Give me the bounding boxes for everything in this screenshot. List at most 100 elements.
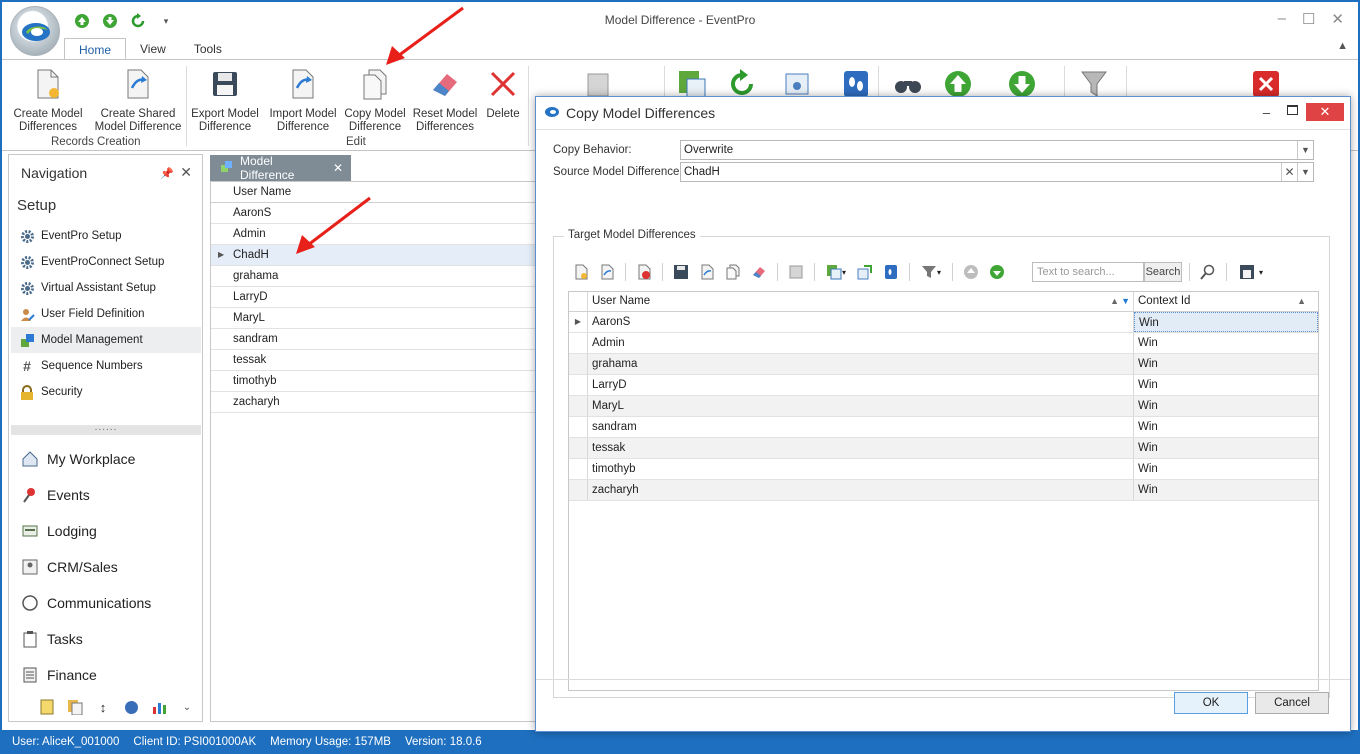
tab-tools[interactable]: Tools: [180, 38, 236, 60]
ok-button[interactable]: OK: [1174, 692, 1248, 714]
pin-icon[interactable]: 📌: [160, 167, 174, 180]
filter-icon[interactable]: ▼: [1121, 292, 1130, 311]
table-row[interactable]: timothyb Win: [569, 459, 1318, 480]
module-my-workplace[interactable]: My Workplace: [11, 441, 201, 477]
table-row[interactable]: LarryD Win: [569, 375, 1318, 396]
tab-home[interactable]: Home: [64, 38, 127, 60]
globe-icon[interactable]: [123, 699, 139, 715]
module-lodging[interactable]: Lodging: [11, 513, 201, 549]
export-model-difference-button[interactable]: Export Model Difference: [190, 66, 260, 134]
table-row[interactable]: grahama Win: [569, 354, 1318, 375]
table-row[interactable]: ▶ AaronS Win: [569, 312, 1318, 333]
table-row[interactable]: sandram Win: [569, 417, 1318, 438]
table-row[interactable]: Admin Win: [569, 333, 1318, 354]
dialog-maximize-icon[interactable]: [1287, 105, 1298, 115]
copy-model-difference-button[interactable]: Copy Model Difference: [342, 66, 408, 134]
new-icon[interactable]: [570, 261, 592, 283]
copy-icon[interactable]: [722, 261, 744, 283]
zoom-icon[interactable]: [1197, 261, 1219, 283]
source-model-difference-select[interactable]: ChadH ✕ ▼: [680, 162, 1314, 182]
table-row[interactable]: AaronS: [211, 203, 539, 224]
table-row[interactable]: timothyb: [211, 371, 539, 392]
move-up-icon[interactable]: [960, 261, 982, 283]
nav-item-sequence-numbers[interactable]: # Sequence Numbers: [11, 353, 201, 379]
chevron-down-icon[interactable]: ▼: [1297, 141, 1313, 159]
table-row[interactable]: zacharyh Win: [569, 480, 1318, 501]
footprints-icon[interactable]: [880, 261, 902, 283]
app-logo-icon[interactable]: [10, 6, 60, 56]
reports-icon[interactable]: [151, 699, 167, 715]
column-label: User Name: [592, 295, 651, 307]
contacts-icon: [21, 558, 39, 576]
close-tab-icon[interactable]: ✕: [333, 161, 343, 175]
table-row[interactable]: zacharyh: [211, 392, 539, 413]
module-finance[interactable]: Finance: [11, 657, 201, 693]
export-window-icon[interactable]: [854, 261, 876, 283]
module-events[interactable]: Events: [11, 477, 201, 513]
column-header-user-name[interactable]: User Name ▲ ▼: [588, 292, 1134, 311]
nav-item-label: Sequence Numbers: [41, 360, 143, 372]
close-navigation-icon[interactable]: ✕: [180, 164, 192, 181]
more-chevron-icon[interactable]: ⌄: [179, 699, 195, 715]
nav-item-virtual-assistant-setup[interactable]: Virtual Assistant Setup: [11, 275, 201, 301]
eraser-icon[interactable]: [748, 261, 770, 283]
table-row[interactable]: Admin: [211, 224, 539, 245]
delete-button[interactable]: Delete: [482, 66, 524, 121]
grid-icon[interactable]: [785, 261, 807, 283]
nav-item-model-management[interactable]: Model Management: [11, 327, 201, 353]
table-row[interactable]: tessak: [211, 350, 539, 371]
copy-behavior-select[interactable]: Overwrite ▼: [680, 140, 1314, 160]
column-header-user-name[interactable]: User Name: [211, 182, 539, 203]
maximize-icon[interactable]: ☐: [1302, 10, 1315, 28]
create-shared-model-difference-button[interactable]: Create Shared Model Difference: [90, 66, 186, 134]
cell-context-id: Win: [1138, 358, 1158, 370]
nav-item-eventproconnect-setup[interactable]: EventProConnect Setup: [11, 249, 201, 275]
toolbar-separator: [777, 263, 778, 281]
save-icon[interactable]: [670, 261, 692, 283]
chevron-down-icon[interactable]: ▼: [1297, 163, 1313, 181]
cell-user-name: grahama: [233, 270, 279, 282]
nav-splitter[interactable]: ......: [11, 423, 201, 435]
clear-icon[interactable]: ✕: [1281, 163, 1297, 181]
module-communications[interactable]: Communications: [11, 585, 201, 621]
ribbon-collapse-icon[interactable]: ▲: [1337, 40, 1348, 52]
import-icon[interactable]: [696, 261, 718, 283]
table-row-selected[interactable]: ▶ ChadH: [211, 245, 539, 266]
reset-model-differences-button[interactable]: Reset Model Differences: [410, 66, 480, 134]
import-model-difference-button[interactable]: Import Model Difference: [266, 66, 340, 134]
create-model-differences-button[interactable]: Create Model Differences: [10, 66, 86, 134]
table-row[interactable]: MaryL Win: [569, 396, 1318, 417]
table-row[interactable]: LarryD: [211, 287, 539, 308]
move-down-icon[interactable]: [986, 261, 1008, 283]
dialog-close-icon[interactable]: ✕: [1306, 103, 1344, 121]
search-button[interactable]: Search: [1144, 262, 1182, 282]
sort-arrows-icon[interactable]: ↕: [95, 699, 111, 715]
documents-icon[interactable]: [67, 699, 83, 715]
notes-icon[interactable]: [39, 699, 55, 715]
gear-icon: [19, 228, 35, 244]
filter-funnel-icon[interactable]: ▾: [917, 261, 945, 283]
search-input[interactable]: Text to search...: [1032, 262, 1144, 282]
spreadsheet-dropdown-icon[interactable]: ▾: [822, 261, 850, 283]
sort-ascending-icon[interactable]: ▲: [1297, 292, 1306, 311]
nav-item-user-field-definition[interactable]: User Field Definition: [11, 301, 201, 327]
column-header-context-id[interactable]: Context Id ▲: [1134, 292, 1318, 311]
module-crm-sales[interactable]: CRM/Sales: [11, 549, 201, 585]
table-row[interactable]: MaryL: [211, 308, 539, 329]
sort-ascending-icon[interactable]: ▲: [1110, 292, 1119, 311]
delete-record-icon[interactable]: [633, 261, 655, 283]
nav-item-eventpro-setup[interactable]: EventPro Setup: [11, 223, 201, 249]
nav-item-security[interactable]: Security: [11, 379, 201, 405]
print-dropdown-icon[interactable]: ▾: [1234, 261, 1268, 283]
table-row[interactable]: sandram: [211, 329, 539, 350]
tab-model-difference[interactable]: Model Difference ✕: [210, 154, 351, 182]
minimize-icon[interactable]: –: [1278, 10, 1286, 28]
table-row[interactable]: tessak Win: [569, 438, 1318, 459]
link-icon[interactable]: [596, 261, 618, 283]
table-row[interactable]: grahama: [211, 266, 539, 287]
close-icon[interactable]: ✕: [1331, 10, 1344, 28]
module-tasks[interactable]: Tasks: [11, 621, 201, 657]
dialog-minimize-icon[interactable]: –: [1263, 105, 1270, 120]
tab-view[interactable]: View: [126, 38, 180, 60]
cancel-button[interactable]: Cancel: [1255, 692, 1329, 714]
